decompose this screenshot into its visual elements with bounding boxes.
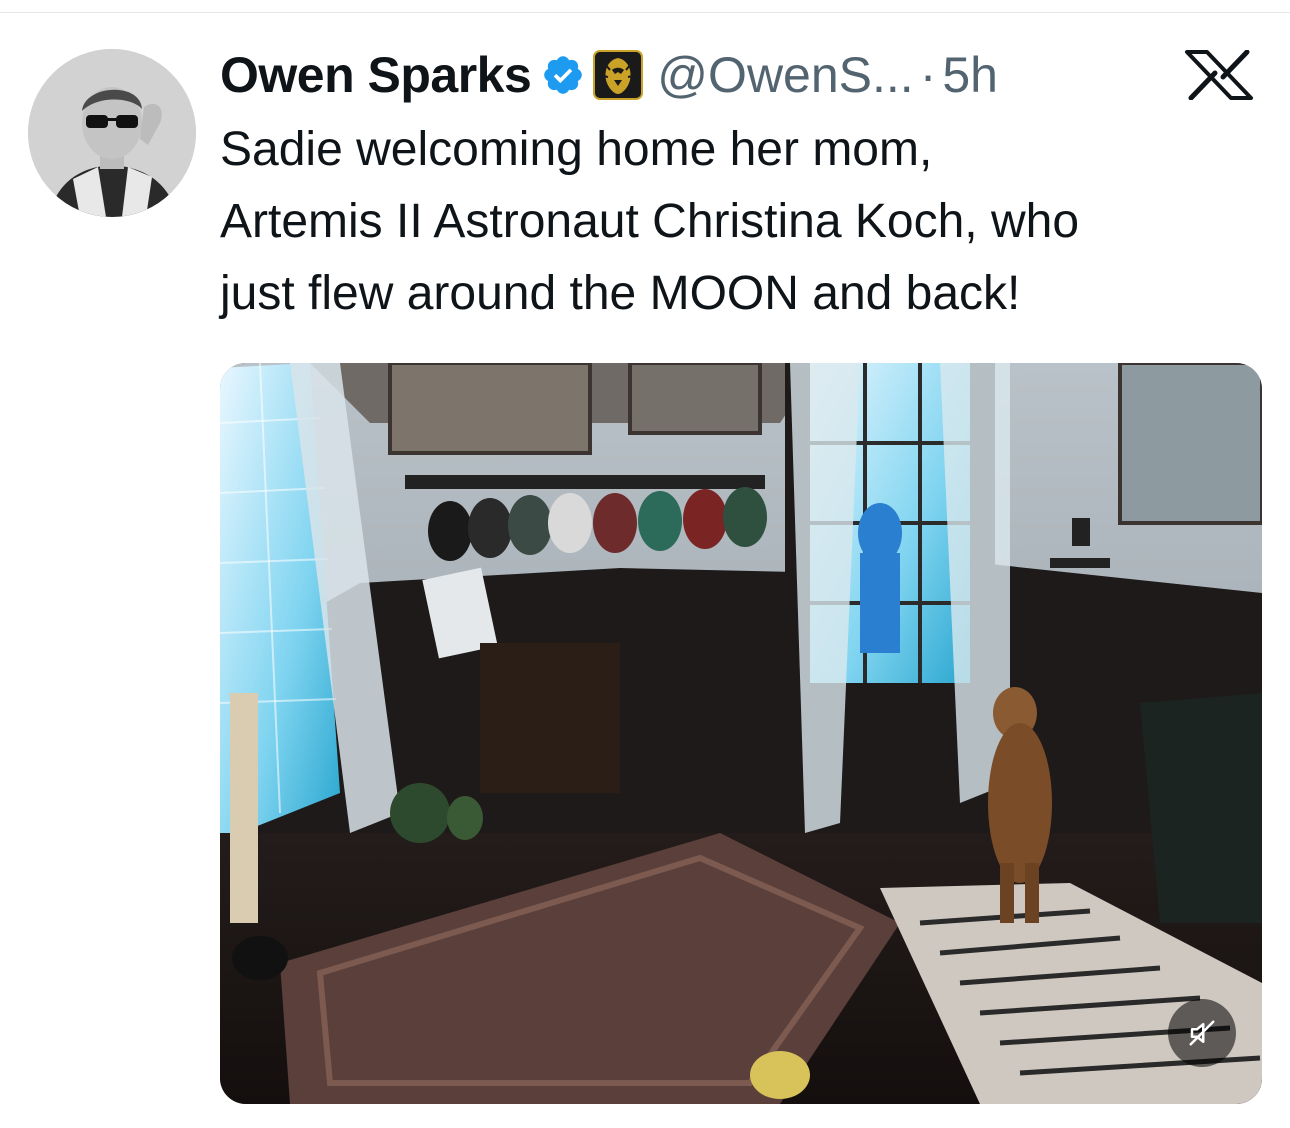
separator-dot: · [919, 47, 937, 103]
mute-button[interactable] [1168, 999, 1236, 1067]
tweet-header: Owen Sparks @OwenS... · 5h [220, 40, 998, 110]
verified-badge-icon[interactable] [541, 53, 585, 97]
avatar[interactable] [28, 49, 196, 217]
x-logo-icon[interactable] [1183, 49, 1255, 101]
author-handle[interactable]: @OwenS... [657, 46, 913, 104]
video-frame [220, 363, 1262, 1104]
lion-head-affiliate-badge-icon[interactable] [593, 50, 644, 100]
top-divider [0, 12, 1290, 13]
timestamp[interactable]: 5h [942, 46, 998, 104]
avatar-image [28, 49, 196, 217]
display-name[interactable]: Owen Sparks [220, 46, 532, 104]
video-thumbnail[interactable] [220, 363, 1262, 1104]
tweet-text: Sadie welcoming home her mom, Artemis II… [220, 123, 1080, 320]
speaker-muted-icon [1187, 1018, 1217, 1048]
